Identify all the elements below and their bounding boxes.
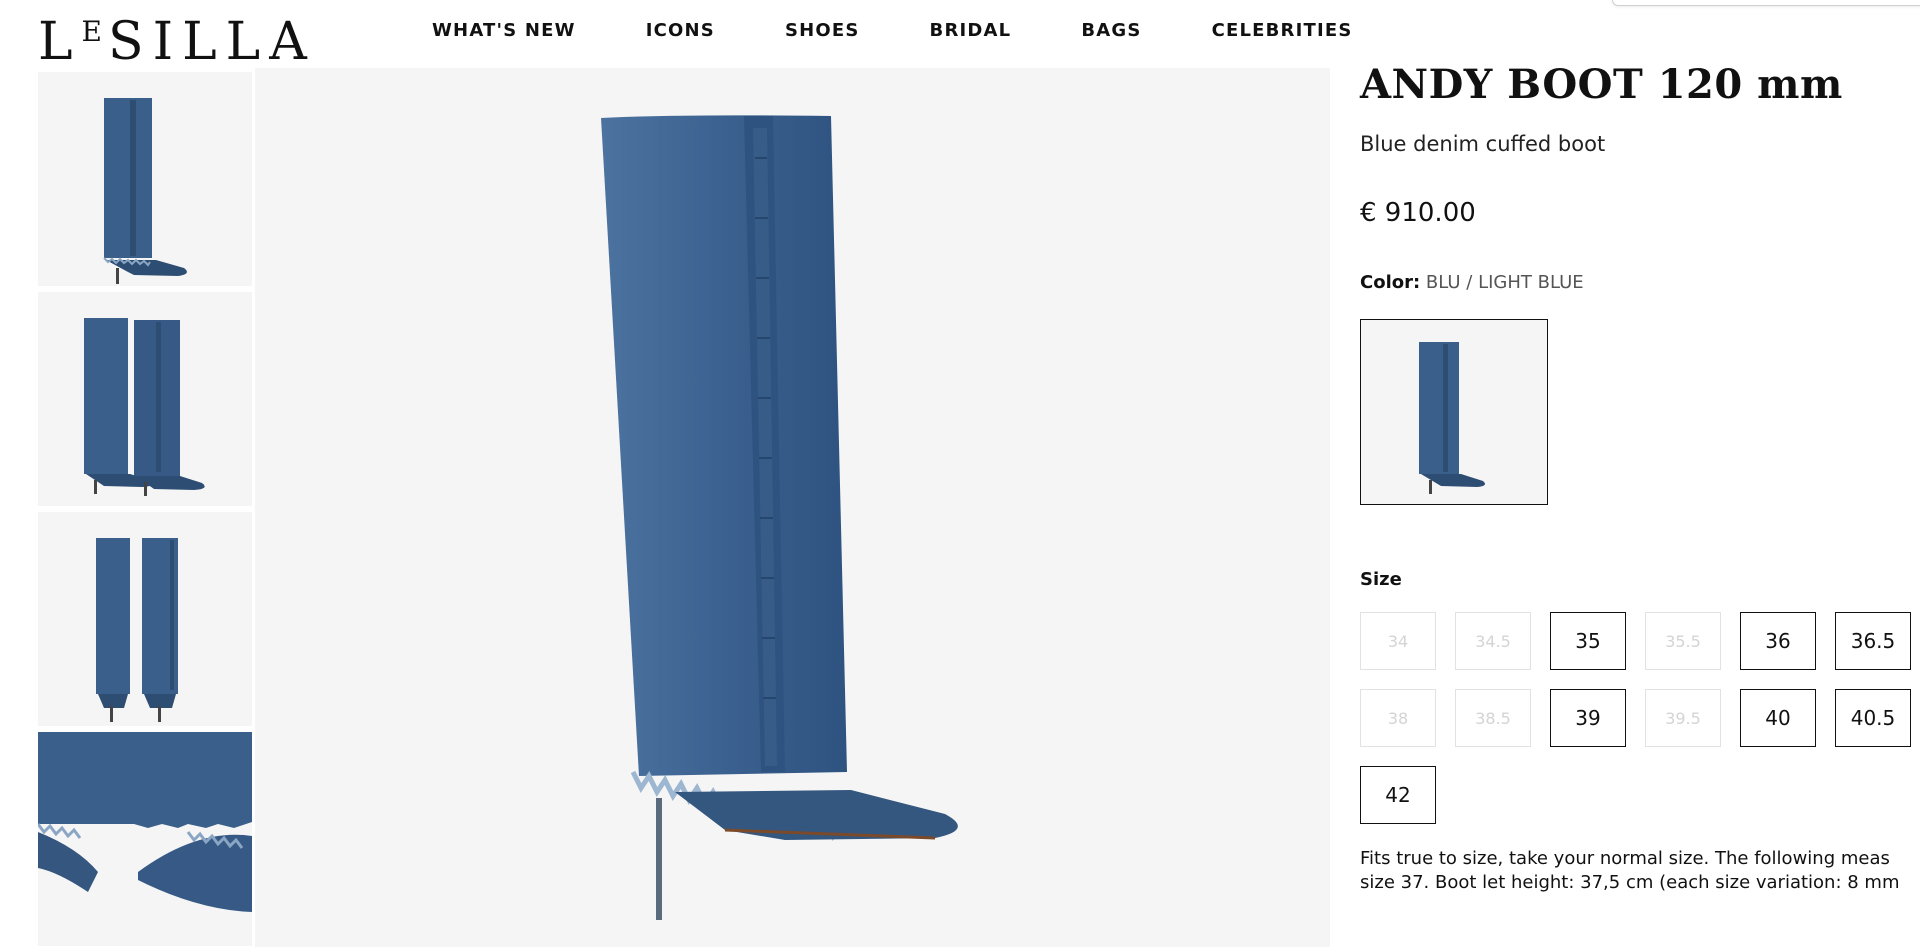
thumbnail-gallery	[38, 72, 252, 952]
thumbnail-detail-view[interactable]	[38, 732, 252, 946]
main-product-image[interactable]	[255, 68, 1330, 947]
size-option-34-5: 34.5	[1455, 612, 1531, 670]
size-option-35-5: 35.5	[1645, 612, 1721, 670]
main-nav: WHAT'S NEW ICONS SHOES BRIDAL BAGS CELEB…	[432, 20, 1423, 41]
site-header: LESILLA WHAT'S NEW ICONS SHOES BRIDAL BA…	[0, 0, 1920, 72]
swatch-boot-image	[1419, 342, 1485, 494]
boot-single-image	[103, 98, 187, 284]
size-option-38: 38	[1360, 689, 1436, 747]
boot-back-image	[96, 538, 178, 722]
boot-pair-image	[84, 318, 205, 496]
size-option-35[interactable]: 35	[1550, 612, 1626, 670]
size-option-38-5: 38.5	[1455, 689, 1531, 747]
boot-detail-image	[38, 732, 252, 946]
nav-celebrities[interactable]: CELEBRITIES	[1212, 20, 1353, 41]
description-line-1: Fits true to size, take your normal size…	[1360, 848, 1890, 869]
product-description: Fits true to size, take your normal size…	[1360, 847, 1920, 895]
description-line-2: size 37. Boot let height: 37,5 cm (each …	[1360, 872, 1900, 893]
color-row: Color: BLU / LIGHT BLUE	[1360, 272, 1920, 293]
nav-bags[interactable]: BAGS	[1081, 20, 1141, 41]
product-subtitle: Blue denim cuffed boot	[1360, 132, 1606, 156]
color-swatch-selected[interactable]	[1360, 319, 1548, 505]
thumbnail-pair-view[interactable]	[38, 292, 252, 506]
color-label: Color:	[1360, 272, 1421, 293]
size-option-36-5[interactable]: 36.5	[1835, 612, 1911, 670]
thumbnail-side-view[interactable]	[38, 72, 252, 286]
color-value: BLU / LIGHT BLUE	[1425, 272, 1584, 293]
size-selector: 34 34.5 35 35.5 36 36.5 38 38.5 39 39.5 40 40.5 42	[1360, 612, 1920, 843]
size-option-39[interactable]: 39	[1550, 689, 1626, 747]
product-info: ANDY BOOT 120 mm Blue denim cuffed boot …	[1360, 60, 1920, 895]
thumbnail-back-view[interactable]	[38, 512, 252, 726]
nav-whats-new[interactable]: WHAT'S NEW	[432, 20, 576, 41]
size-option-36[interactable]: 36	[1740, 612, 1816, 670]
nav-shoes[interactable]: SHOES	[785, 20, 860, 41]
size-option-34: 34	[1360, 612, 1436, 670]
brand-logo[interactable]: LESILLA	[38, 2, 316, 72]
nav-icons[interactable]: ICONS	[646, 20, 715, 41]
popup-edge	[1612, 0, 1920, 6]
nav-bridal[interactable]: BRIDAL	[930, 20, 1012, 41]
size-option-40-5[interactable]: 40.5	[1835, 689, 1911, 747]
size-option-40[interactable]: 40	[1740, 689, 1816, 747]
product-price: € 910.00	[1360, 198, 1476, 228]
boot-main-image	[601, 115, 958, 920]
size-option-42[interactable]: 42	[1360, 766, 1436, 824]
size-option-39-5: 39.5	[1645, 689, 1721, 747]
product-title: ANDY BOOT 120 mm	[1360, 61, 1843, 108]
size-label: Size	[1360, 569, 1402, 590]
